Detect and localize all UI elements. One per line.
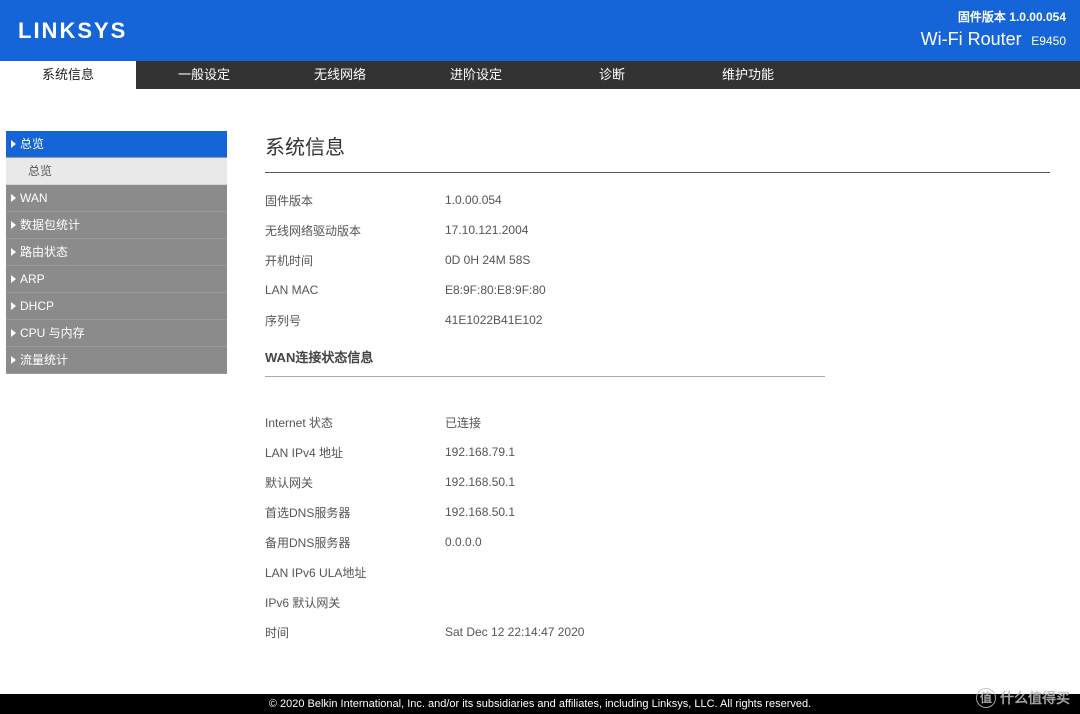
divider bbox=[265, 172, 1050, 173]
info-value: 0.0.0.0 bbox=[445, 535, 1050, 549]
info-label: LAN IPv6 ULA地址 bbox=[265, 564, 445, 581]
chevron-right-icon bbox=[11, 248, 16, 256]
footer: © 2020 Belkin International, Inc. and/or… bbox=[0, 694, 1080, 714]
sidebar-subitem[interactable]: 总览 bbox=[6, 158, 227, 185]
info-label: 时间 bbox=[265, 624, 445, 641]
topnav-tab[interactable]: 无线网络 bbox=[272, 61, 408, 89]
firmware-label: 固件版本 bbox=[958, 10, 1006, 24]
chevron-right-icon bbox=[11, 356, 16, 364]
sidebar-item[interactable]: 路由状态 bbox=[6, 239, 227, 266]
router-model: E9450 bbox=[1031, 34, 1066, 48]
sidebar-item[interactable]: 数据包统计 bbox=[6, 212, 227, 239]
header-bar: LINKSYS 固件版本 1.0.00.054 Wi-Fi Router E94… bbox=[0, 0, 1080, 61]
chevron-right-icon bbox=[11, 140, 16, 148]
info-row: 开机时间0D 0H 24M 58S bbox=[265, 245, 1050, 275]
info-row: 备用DNS服务器0.0.0.0 bbox=[265, 527, 1050, 557]
chevron-right-icon bbox=[11, 302, 16, 310]
info-row: LAN IPv6 ULA地址 bbox=[265, 557, 1050, 587]
info-row: LAN IPv4 地址192.168.79.1 bbox=[265, 437, 1050, 467]
chevron-right-icon bbox=[11, 221, 16, 229]
info-row: LAN MACE8:9F:80:E8:9F:80 bbox=[265, 275, 1050, 305]
sidebar-item[interactable]: WAN bbox=[6, 185, 227, 212]
router-line: Wi-Fi Router E9450 bbox=[921, 29, 1066, 50]
info-label: 默认网关 bbox=[265, 474, 445, 491]
info-label: 首选DNS服务器 bbox=[265, 504, 445, 521]
sidebar-item-label: 总览 bbox=[20, 137, 44, 151]
info-label: LAN MAC bbox=[265, 283, 445, 297]
watermark: 值 什么值得买 bbox=[976, 688, 1070, 708]
info-value: 0D 0H 24M 58S bbox=[445, 253, 1050, 267]
sidebar-item-label: 数据包统计 bbox=[20, 218, 80, 232]
info-label: 序列号 bbox=[265, 312, 445, 329]
sidebar-item-label: DHCP bbox=[20, 299, 54, 313]
sidebar-item[interactable]: 流量统计 bbox=[6, 347, 227, 374]
info-label: Internet 状态 bbox=[265, 414, 445, 431]
sidebar-item-label: CPU 与内存 bbox=[20, 326, 85, 340]
info-row: 序列号41E1022B41E102 bbox=[265, 305, 1050, 335]
wan-section-title: WAN连接状态信息 bbox=[265, 347, 1050, 366]
router-name: Wi-Fi Router bbox=[921, 29, 1022, 49]
info-row: IPv6 默认网关 bbox=[265, 587, 1050, 617]
sidebar-item-label: ARP bbox=[20, 272, 45, 286]
info-row: 固件版本1.0.00.054 bbox=[265, 185, 1050, 215]
sidebar-item[interactable]: 总览 bbox=[6, 131, 227, 158]
top-nav: 系统信息一般设定无线网络进阶设定诊断维护功能 bbox=[0, 61, 1080, 89]
info-value: 192.168.50.1 bbox=[445, 475, 1050, 489]
info-row: 时间Sat Dec 12 22:14:47 2020 bbox=[265, 617, 1050, 647]
info-label: 无线网络驱动版本 bbox=[265, 222, 445, 239]
sidebar-item[interactable]: CPU 与内存 bbox=[6, 320, 227, 347]
topnav-tab[interactable]: 诊断 bbox=[544, 61, 680, 89]
page-title: 系统信息 bbox=[265, 131, 1050, 160]
info-value: 192.168.50.1 bbox=[445, 505, 1050, 519]
chevron-right-icon bbox=[11, 194, 16, 202]
footer-text: © 2020 Belkin International, Inc. and/or… bbox=[269, 698, 811, 710]
info-label: 固件版本 bbox=[265, 192, 445, 209]
info-label: IPv6 默认网关 bbox=[265, 594, 445, 611]
info-label: 备用DNS服务器 bbox=[265, 534, 445, 551]
info-row: 首选DNS服务器192.168.50.1 bbox=[265, 497, 1050, 527]
info-label: LAN IPv4 地址 bbox=[265, 444, 445, 461]
firmware-version: 1.0.00.054 bbox=[1009, 10, 1066, 24]
sidebar-item-label: 流量统计 bbox=[20, 353, 68, 367]
topnav-tab[interactable]: 进阶设定 bbox=[408, 61, 544, 89]
info-value: 41E1022B41E102 bbox=[445, 313, 1050, 327]
chevron-right-icon bbox=[11, 329, 16, 337]
info-value: 192.168.79.1 bbox=[445, 445, 1050, 459]
topnav-tab[interactable]: 维护功能 bbox=[680, 61, 816, 89]
sidebar: 总览总览WAN数据包统计路由状态ARPDHCPCPU 与内存流量统计 bbox=[6, 131, 227, 647]
info-value: 已连接 bbox=[445, 414, 1050, 431]
info-row: 默认网关192.168.50.1 bbox=[265, 467, 1050, 497]
info-value: 17.10.121.2004 bbox=[445, 223, 1050, 237]
chevron-right-icon bbox=[11, 275, 16, 283]
info-label: 开机时间 bbox=[265, 252, 445, 269]
watermark-text: 什么值得买 bbox=[1000, 688, 1070, 708]
watermark-icon: 值 bbox=[976, 688, 996, 708]
main-content: 系统信息 固件版本1.0.00.054无线网络驱动版本17.10.121.200… bbox=[227, 131, 1080, 647]
divider bbox=[265, 376, 825, 377]
sidebar-item-label: 路由状态 bbox=[20, 245, 68, 259]
sidebar-item[interactable]: ARP bbox=[6, 266, 227, 293]
info-value: Sat Dec 12 22:14:47 2020 bbox=[445, 625, 1050, 639]
info-value: 1.0.00.054 bbox=[445, 193, 1050, 207]
topnav-tab[interactable]: 一般设定 bbox=[136, 61, 272, 89]
info-row: Internet 状态已连接 bbox=[265, 407, 1050, 437]
sidebar-item-label: WAN bbox=[20, 191, 48, 205]
info-value: E8:9F:80:E8:9F:80 bbox=[445, 283, 1050, 297]
info-row: 无线网络驱动版本17.10.121.2004 bbox=[265, 215, 1050, 245]
topnav-tab[interactable]: 系统信息 bbox=[0, 61, 136, 89]
sidebar-item[interactable]: DHCP bbox=[6, 293, 227, 320]
logo: LINKSYS bbox=[18, 18, 127, 44]
header-info: 固件版本 1.0.00.054 Wi-Fi Router E9450 bbox=[921, 8, 1066, 50]
firmware-line: 固件版本 1.0.00.054 bbox=[921, 8, 1066, 25]
